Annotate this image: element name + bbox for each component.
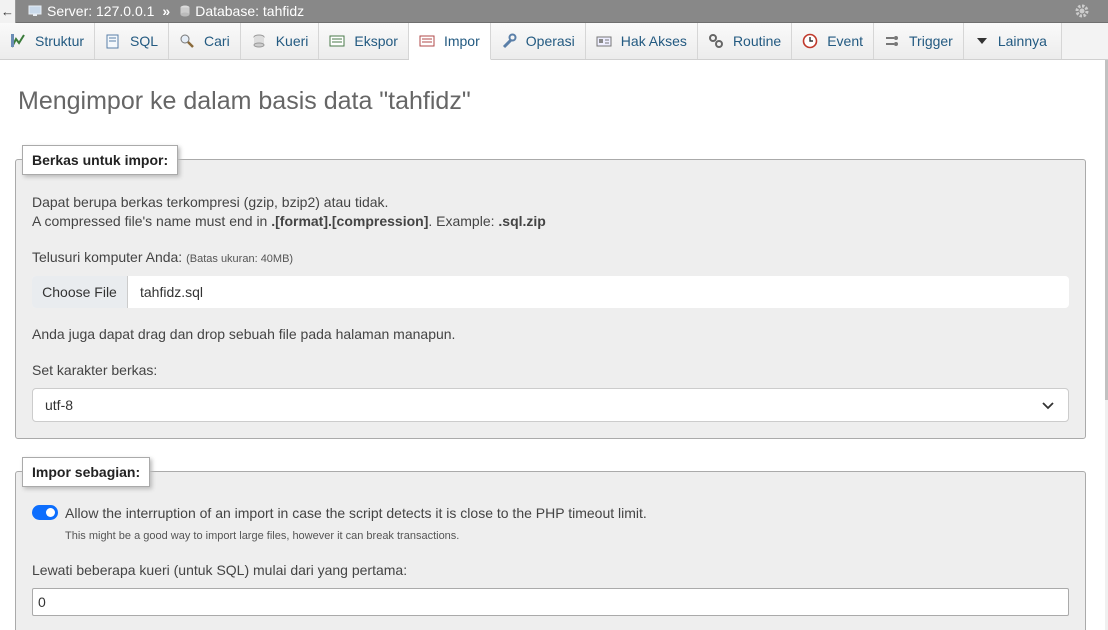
skip-queries-input[interactable]: 0 xyxy=(32,588,1069,616)
allow-interrupt-hint: This might be a good way to import large… xyxy=(65,530,460,542)
tabs-filler xyxy=(1061,23,1108,59)
tab-ekspor[interactable]: Ekspor xyxy=(319,23,409,59)
wrench-icon xyxy=(501,33,517,49)
breadcrumb-server[interactable]: Server: 127.0.0.1 xyxy=(47,3,154,19)
privileges-icon xyxy=(596,33,612,49)
tab-lainnya[interactable]: Lainnya xyxy=(963,23,1062,59)
tab-label: Ekspor xyxy=(354,33,398,49)
server-icon xyxy=(28,5,42,17)
trigger-icon xyxy=(884,33,900,49)
chevron-down-icon xyxy=(974,33,990,49)
drag-drop-hint: Anda juga dapat drag dan drop sebuah fil… xyxy=(32,326,456,342)
gear-icon[interactable] xyxy=(1074,3,1090,22)
compression-format: .[format].[compression] xyxy=(271,213,429,229)
search-icon xyxy=(179,33,195,49)
file-import-legend: Berkas untuk impor: xyxy=(22,145,179,175)
charset-value: utf-8 xyxy=(45,397,74,413)
compression-info: Dapat berupa berkas terkompresi (gzip, b… xyxy=(32,194,389,210)
allow-interrupt-toggle[interactable] xyxy=(32,505,58,520)
selected-file-name: tahfidz.sql xyxy=(140,284,204,300)
tab-label: Impor xyxy=(443,33,480,49)
tab-label: Event xyxy=(827,33,864,49)
tab-label: Cari xyxy=(204,33,230,49)
tab-sql[interactable]: SQL xyxy=(95,23,170,59)
compression-example: A compressed file's name must end in .[f… xyxy=(32,213,546,229)
tab-kueri[interactable]: Kueri xyxy=(240,23,320,59)
tab-label: Lainnya xyxy=(997,33,1047,49)
compression-example-value: .sql.zip xyxy=(498,213,546,229)
back-arrow-icon[interactable]: ← xyxy=(0,0,16,23)
tab-routine[interactable]: Routine xyxy=(697,23,793,59)
tab-operasi[interactable]: Operasi xyxy=(490,23,586,59)
tab-label: Kueri xyxy=(275,33,309,49)
tab-trigger[interactable]: Trigger xyxy=(874,23,964,59)
routine-icon xyxy=(708,33,724,49)
partial-import-legend: Impor sebagian: xyxy=(22,457,151,487)
export-icon xyxy=(329,33,345,49)
charset-label: Set karakter berkas: xyxy=(32,362,158,378)
sql-icon xyxy=(105,33,121,49)
size-limit: (Batas ukuran: 40MB) xyxy=(186,253,294,265)
tab-label: Hak Akses xyxy=(620,33,687,49)
database-tabs: Struktur SQL Cari Kueri Ekspor Impor Ope… xyxy=(0,23,1108,60)
file-import-fieldset: Berkas untuk impor: Dapat berupa berkas … xyxy=(15,145,1086,439)
breadcrumb-database[interactable]: Database: tahfidz xyxy=(195,3,304,19)
import-icon xyxy=(419,33,435,49)
structure-icon xyxy=(10,33,26,49)
partial-import-fieldset: Impor sebagian: Allow the interruption o… xyxy=(15,457,1086,630)
tab-label: Operasi xyxy=(525,33,575,49)
tab-cari[interactable]: Cari xyxy=(169,23,241,59)
charset-select[interactable]: utf-8 xyxy=(32,388,1069,422)
clock-icon xyxy=(802,33,818,49)
breadcrumb: ← Server: 127.0.0.1 » Database: tahfidz xyxy=(0,0,1108,23)
tab-impor[interactable]: Impor xyxy=(408,23,491,60)
tab-struktur[interactable]: Struktur xyxy=(0,23,96,59)
compression-example-prefix: A compressed file's name must end in xyxy=(32,213,272,229)
tab-label: Struktur xyxy=(35,33,85,49)
compression-example-mid: . Example: xyxy=(428,213,499,229)
tab-label: Routine xyxy=(732,33,782,49)
browse-label: Telusuri komputer Anda: (Batas ukuran: 4… xyxy=(32,249,293,265)
file-input[interactable]: Choose File tahfidz.sql xyxy=(32,276,1069,308)
tab-event[interactable]: Event xyxy=(792,23,875,59)
choose-file-button[interactable]: Choose File xyxy=(32,276,128,308)
toggle-knob xyxy=(46,508,55,517)
chevron-down-icon xyxy=(1042,398,1054,414)
breadcrumb-separator: » xyxy=(162,3,171,19)
database-icon xyxy=(180,5,190,17)
tab-label: SQL xyxy=(130,33,159,49)
query-icon xyxy=(251,33,267,49)
page-title: Mengimpor ke dalam basis data "tahfidz" xyxy=(18,87,471,115)
allow-interrupt-label[interactable]: Allow the interruption of an import in c… xyxy=(65,505,647,521)
skip-queries-label: Lewati beberapa kueri (untuk SQL) mulai … xyxy=(32,562,408,578)
tab-hak-akses[interactable]: Hak Akses xyxy=(585,23,698,59)
tab-label: Trigger xyxy=(909,33,953,49)
browse-label-text: Telusuri komputer Anda: xyxy=(32,249,183,265)
